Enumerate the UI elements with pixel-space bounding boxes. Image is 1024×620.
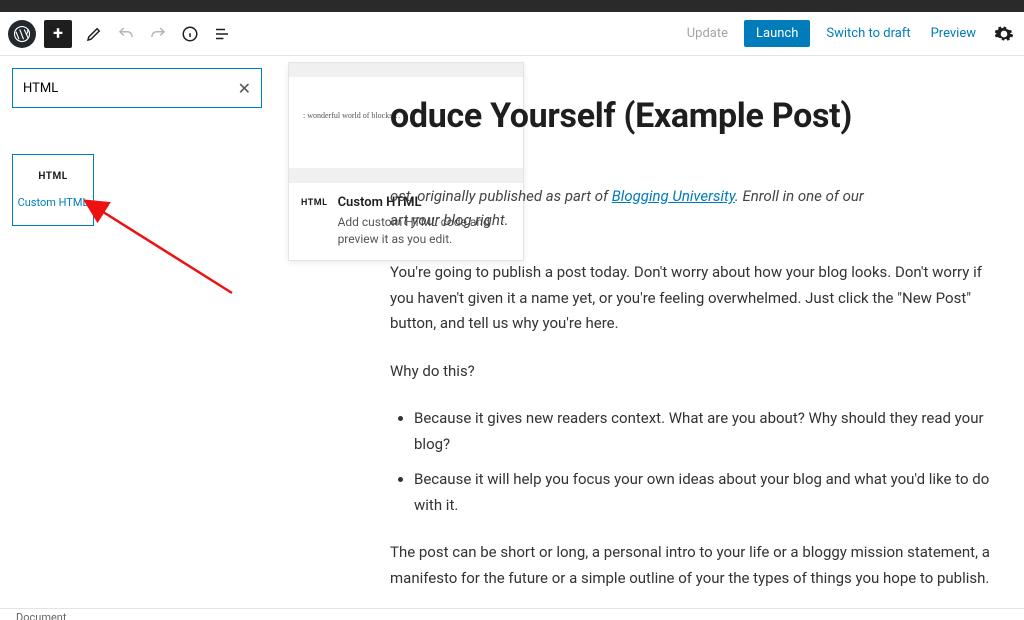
wordpress-logo[interactable] [8,20,36,48]
switch-to-draft-button[interactable]: Switch to draft [816,26,920,41]
intro-text-2: . Enroll in one of our [735,187,864,205]
block-search-input[interactable] [23,81,238,96]
block-search-box: ✕ [12,68,262,108]
editor-canvas[interactable]: oduce Yourself (Example Post) ost, origi… [274,56,1024,608]
intro-text-1: ost, originally published as part of [390,187,612,205]
redo-icon[interactable] [144,20,172,48]
editor-toolbar: + Update Launch Switch to draft Preview [0,12,1024,56]
paragraph[interactable]: You're going to publish a post today. Do… [390,260,994,337]
post-title[interactable]: oduce Yourself (Example Post) [390,96,994,136]
bottom-breadcrumb: Document [0,608,1024,620]
post-body[interactable]: You're going to publish a post today. Do… [390,260,994,591]
block-item-label: Custom HTML [18,196,89,209]
update-button: Update [677,26,738,41]
paragraph[interactable]: Why do this? [390,359,994,385]
post-intro[interactable]: ost, originally published as part of Blo… [390,184,994,232]
breadcrumb-document[interactable]: Document [16,611,66,620]
preview-button[interactable]: Preview [921,26,986,41]
paragraph[interactable]: The post can be short or long, a persona… [390,540,994,591]
list-item[interactable]: Because it will help you focus your own … [414,467,994,518]
blogging-university-link[interactable]: Blogging University [612,187,735,205]
undo-icon[interactable] [112,20,140,48]
html-icon: HTML [38,171,67,182]
block-custom-html[interactable]: HTML Custom HTML [12,154,94,226]
list-item[interactable]: Because it gives new readers context. Wh… [414,406,994,457]
info-icon[interactable] [176,20,204,48]
clear-search-icon[interactable]: ✕ [238,79,251,98]
edit-icon[interactable] [80,20,108,48]
block-inserter-panel: ✕ HTML Custom HTML [0,56,274,238]
outline-icon[interactable] [208,20,236,48]
browser-chrome [0,0,1024,12]
add-block-button[interactable]: + [44,20,72,48]
intro-text-3: art your blog right. [390,211,508,229]
bullet-list[interactable]: Because it gives new readers context. Wh… [414,406,994,518]
settings-icon[interactable] [992,22,1016,46]
launch-button[interactable]: Launch [744,20,810,47]
